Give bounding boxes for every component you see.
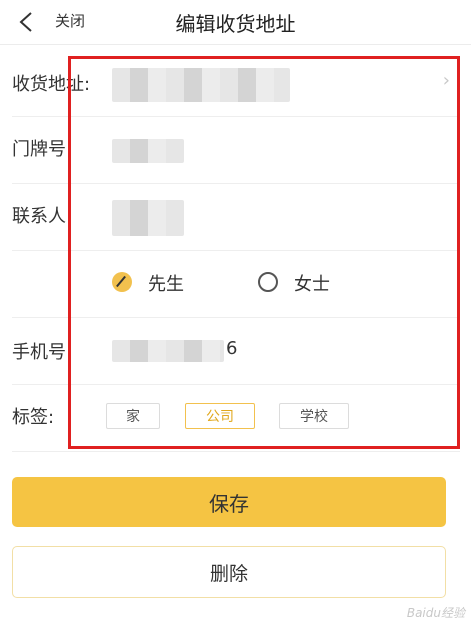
phone-value-redacted [112,340,224,362]
close-button[interactable]: 关闭 [55,10,85,31]
contact-label: 联系人: [12,206,73,227]
address-label: 收货地址: [12,74,91,95]
back-button[interactable] [12,8,40,36]
door-number-value-redacted [112,139,184,163]
tag-home[interactable]: 家 [106,403,160,429]
save-button[interactable]: 保存 [12,477,446,527]
gender-female-radio[interactable] [258,272,278,292]
gender-male-label[interactable]: 先生 [148,270,184,296]
contact-row[interactable]: 联系人: [12,184,460,251]
address-value-redacted [112,68,290,102]
door-number-label: 门牌号: [12,139,73,160]
delete-button[interactable]: 删除 [12,546,446,598]
gender-row: 先生 女士 [12,251,460,318]
address-form: 收货地址: › 门牌号: 联系人: 先生 女士 手机号 6 标签: 家 公司 学… [0,50,471,452]
gender-male-radio[interactable] [112,272,132,292]
chevron-right-icon: › [442,70,450,91]
watermark: Baidu经验 [406,606,465,620]
contact-value-redacted [112,200,184,236]
door-number-row[interactable]: 门牌号: [12,117,460,184]
tag-company[interactable]: 公司 [185,403,255,429]
tags-label: 标签: [12,407,55,428]
phone-label: 手机号 [12,342,66,363]
tags-row: 标签: 家 公司 学校 [12,385,460,452]
chevron-left-icon [19,12,32,32]
nav-bar: 关闭 编辑收货地址 [0,0,471,45]
phone-row[interactable]: 手机号 6 [12,318,460,385]
phone-visible-suffix: 6 [226,338,238,359]
gender-female-label[interactable]: 女士 [294,270,330,296]
address-row[interactable]: 收货地址: › [12,50,460,117]
tag-school[interactable]: 学校 [279,403,349,429]
